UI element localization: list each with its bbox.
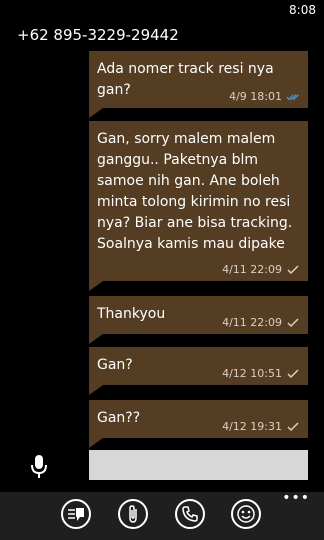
more-button[interactable]: ••• — [282, 490, 310, 506]
microphone-icon[interactable] — [30, 454, 48, 480]
message-timestamp: 4/9 18:01 — [229, 90, 282, 103]
status-time: 8:08 — [289, 3, 316, 17]
read-check-icon — [286, 93, 299, 100]
sent-check-icon — [287, 368, 299, 378]
message-bubble[interactable]: Gan, sorry malem malem ganggu.. Paketnya… — [89, 121, 308, 291]
message-bubble[interactable]: Thankyou 4/11 22:09 — [89, 296, 308, 344]
message-meta: 4/12 10:51 — [222, 367, 300, 380]
emoji-button[interactable] — [231, 499, 261, 529]
message-input[interactable] — [89, 450, 308, 480]
message-timestamp: 4/12 19:31 — [222, 420, 282, 433]
message-timestamp: 4/12 10:51 — [222, 367, 282, 380]
message-bubble[interactable]: Ada nomer track resi nya gan? 4/9 18:01 — [89, 51, 308, 118]
contact-name: +62 895-3229-29442 — [17, 26, 179, 44]
switch-conversation-button[interactable] — [61, 499, 91, 529]
message-bubble[interactable]: Gan?? 4/12 19:31 — [89, 400, 308, 448]
call-button[interactable] — [175, 499, 205, 529]
attach-button[interactable] — [118, 499, 148, 529]
message-meta: 4/9 18:01 — [229, 90, 300, 103]
message-meta: 4/12 19:31 — [222, 420, 300, 433]
status-bar: 8:08 — [0, 0, 324, 20]
message-meta: 4/11 22:09 — [222, 263, 300, 276]
bubble-tail — [89, 438, 103, 448]
sent-check-icon — [287, 421, 299, 431]
bubble-tail — [89, 108, 103, 118]
message-timestamp: 4/11 22:09 — [222, 316, 282, 329]
bubble-tail — [89, 281, 103, 291]
sent-check-icon — [287, 264, 299, 274]
bubble-tail — [89, 385, 103, 395]
message-timestamp: 4/11 22:09 — [222, 263, 282, 276]
app-bar: ••• — [0, 490, 324, 540]
call-icon — [182, 506, 198, 522]
message-text: Gan, sorry malem malem ganggu.. Paketnya… — [97, 131, 293, 252]
sent-check-icon — [287, 317, 299, 327]
switch-conversation-icon — [68, 508, 84, 521]
emoji-icon — [237, 505, 255, 523]
message-bubble[interactable]: Gan? 4/12 10:51 — [89, 347, 308, 395]
bubble-tail — [89, 334, 103, 344]
attach-icon — [129, 505, 137, 523]
message-meta: 4/11 22:09 — [222, 316, 300, 329]
